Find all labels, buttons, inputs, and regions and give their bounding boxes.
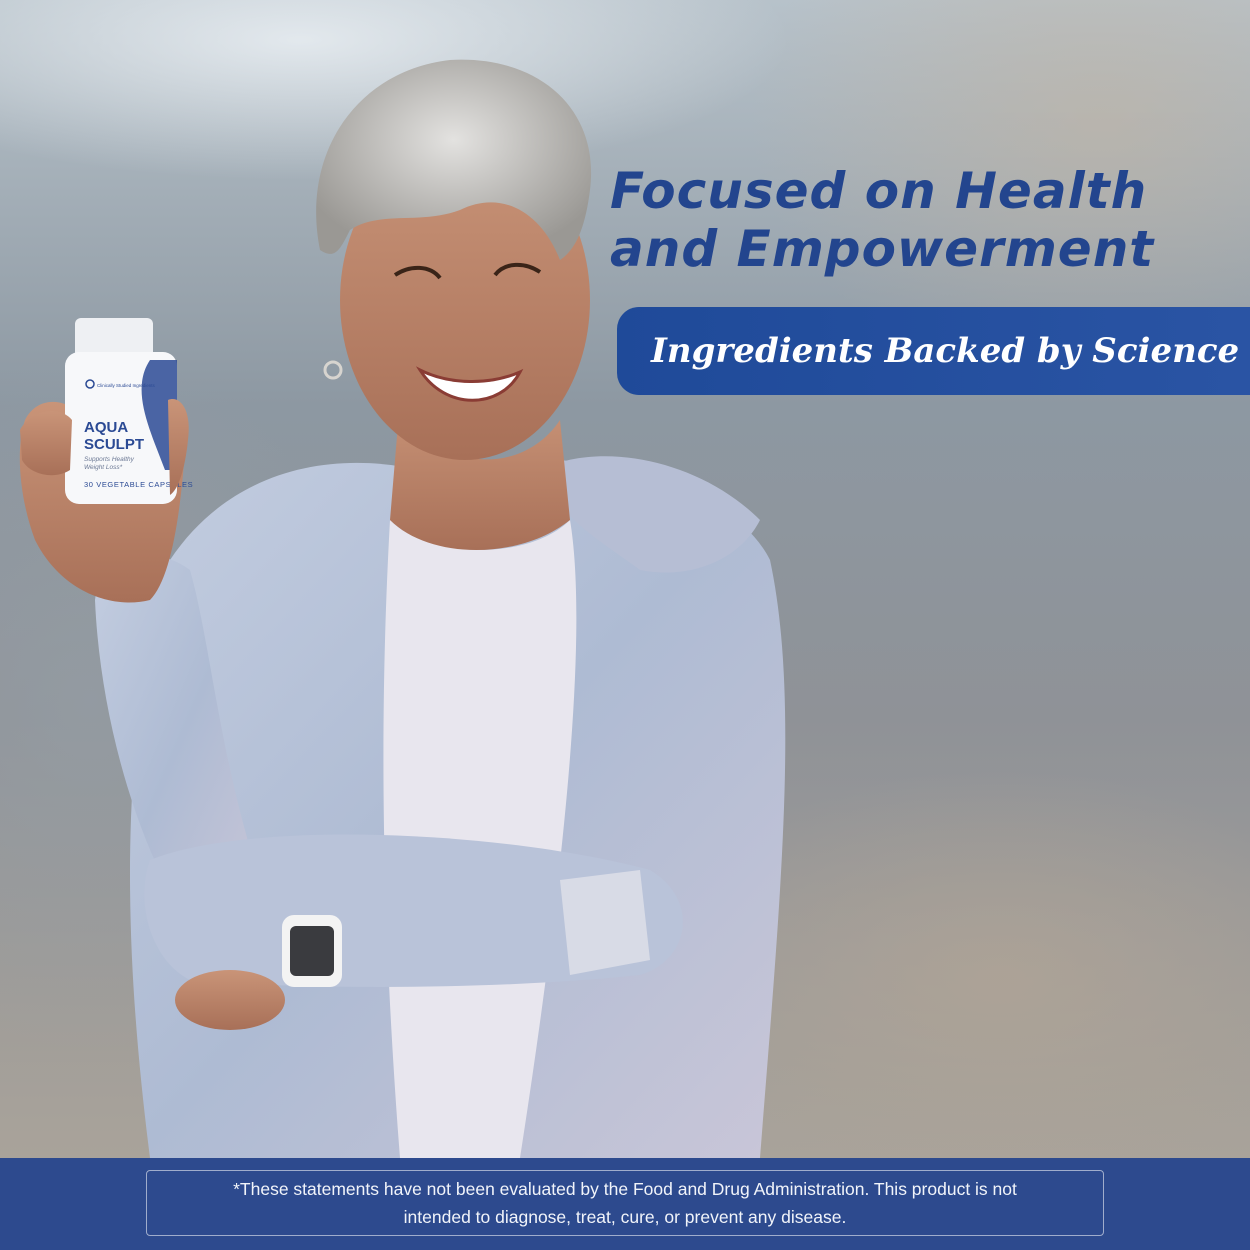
- headline-line2: and Empowerment: [610, 220, 1155, 278]
- bottle-tagline-line2: Weight Loss*: [84, 464, 123, 471]
- footer-bar: *These statements have not been evaluate…: [0, 1158, 1250, 1250]
- bottle-brand-line2: SCULPT: [84, 436, 144, 453]
- bottle-badge: Clinically Studied Ingredients: [97, 383, 156, 388]
- bottle-tagline-line1: Supports Healthy: [84, 456, 135, 463]
- disclaimer-line2: intended to diagnose, treat, cure, or pr…: [403, 1207, 847, 1227]
- banner-text: Ingredients Backed by Science: [651, 331, 1240, 371]
- background-photo: Clinically Studied Ingredients AQUA SCUL…: [0, 0, 1250, 1158]
- disclaimer-line1: *These statements have not been evaluate…: [233, 1179, 1017, 1199]
- disclaimer-box: *These statements have not been evaluate…: [146, 1170, 1104, 1236]
- disclaimer-text: *These statements have not been evaluate…: [233, 1175, 1017, 1231]
- science-banner: Ingredients Backed by Science: [617, 307, 1250, 395]
- headline: Focused on Health and Empowerment: [610, 162, 1170, 278]
- bottle-brand-line1: AQUA: [84, 419, 128, 436]
- headline-line1: Focused on Health: [610, 162, 1148, 220]
